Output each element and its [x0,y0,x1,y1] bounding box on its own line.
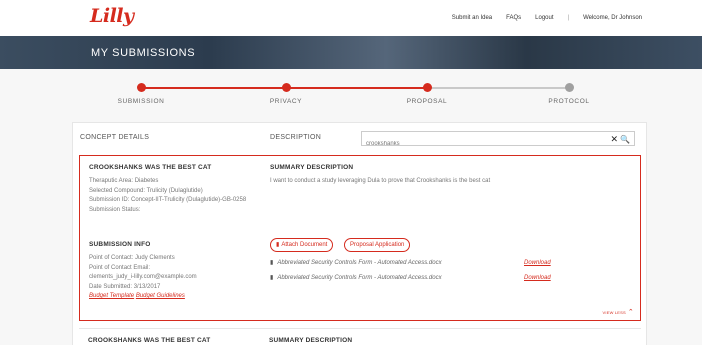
submission-info-header: SUBMISSION INFO [89,241,151,248]
step-privacy[interactable]: PRIVACY [236,80,336,105]
budget-template-link[interactable]: Budget Template [89,293,134,299]
step-label: SUBMISSION [117,98,165,105]
step-complete-dot [422,83,432,92]
selected-compound: Selected Compound: Trulicity (Dulaglutid… [89,187,203,194]
lilly-logo[interactable]: Lilly [90,5,134,27]
search-icon[interactable]: 🔍 [620,134,630,145]
search-input[interactable] [366,137,596,151]
step-label: PROTOCOL [548,98,590,105]
top-nav: Submit an Idea FAQs Logout | Welcome, Dr… [452,15,642,21]
view-less-toggle[interactable]: VIEW LESS ⌃ [603,308,634,316]
submit-idea-link[interactable]: Submit an Idea [452,15,492,21]
progress-stepper: SUBMISSION PRIVACY PROPOSAL PROTOCOL [0,80,702,112]
step-label: PRIVACY [269,98,303,105]
date-submitted: Date Submitted: 3/13/2017 [89,283,161,290]
top-header: Lilly Submit an Idea FAQs Logout | Welco… [0,0,702,36]
document-icon: ▮ [276,242,280,248]
faqs-link[interactable]: FAQs [506,15,521,21]
file-icon: ▮ [270,260,274,266]
contact-email: clements_judy_i-lilly.com@example.com [89,274,197,280]
file-icon: ▮ [270,275,274,281]
submission-status: Submission Status: [89,206,141,213]
submission-meta: Theraputic Area: Diabetes Selected Compo… [89,177,259,215]
step-protocol[interactable]: PROTOCOL [519,80,619,105]
submission-id: Submission ID: Concept-IIT-Trulicity (Du… [89,197,247,203]
download-link[interactable]: Download [524,275,551,281]
attach-document-button[interactable]: ▮ Attach Document [270,238,334,252]
submission-title[interactable]: CROOKSHANKS WAS THE BEST CAT [89,164,211,171]
step-label: PROPOSAL [406,98,448,105]
submission-result-expanded: CROOKSHANKS WAS THE BEST CAT Theraputic … [79,155,641,321]
submissions-card: CONCEPT DETAILS DESCRIPTION ✕ 🔍 CROOKSHA… [72,122,647,345]
hero-banner: MY SUBMISSIONS [0,36,702,69]
document-name: Abbreviated Security Controls Form - Aut… [277,260,442,266]
search-box: ✕ 🔍 [361,131,635,151]
step-submission[interactable]: SUBMISSION [91,80,191,105]
summary-description: I want to conduct a study leveraging Dul… [270,178,491,184]
step-complete-dot [281,83,291,92]
submission-info: Point of Contact: Judy Clements Point of… [89,254,259,302]
document-item: ▮ Abbreviated Security Controls Form - Au… [270,259,442,266]
attach-document-label: Attach Document [281,242,328,248]
document-item: ▮ Abbreviated Security Controls Form - Au… [270,274,442,281]
step-complete-dot [136,83,146,92]
concept-details-header: CONCEPT DETAILS [80,134,150,141]
budget-guidelines-link[interactable]: Budget Guidelines [136,293,185,299]
logout-link[interactable]: Logout [535,15,553,21]
step-pending-dot [564,83,574,92]
document-name: Abbreviated Security Controls Form - Aut… [277,275,442,281]
point-of-contact: Point of Contact: Judy Clements [89,255,175,261]
step-proposal[interactable]: PROPOSAL [377,80,477,105]
summary-description-header: SUMMARY DESCRIPTION [269,337,353,344]
budget-links: Budget Template Budget Guidelines [89,292,259,302]
view-less-label: VIEW LESS [602,310,626,315]
summary-description-header: SUMMARY DESCRIPTION [270,164,354,171]
page-title: MY SUBMISSIONS [91,47,196,59]
nav-separator: | [567,15,570,21]
contact-email-label: Point of Contact Email: [89,264,151,271]
chevron-up-icon: ⌃ [627,309,634,316]
download-link[interactable]: Download [524,260,551,266]
submission-title[interactable]: CROOKSHANKS WAS THE BEST CAT [88,337,210,344]
proposal-application-button[interactable]: Proposal Application [344,238,411,252]
submission-result-collapsed[interactable]: CROOKSHANKS WAS THE BEST CAT SUMMARY DES… [79,328,641,345]
therapeutic-area: Theraputic Area: Diabetes [89,178,159,184]
welcome-text: Welcome, Dr Johnson [583,15,642,21]
close-icon[interactable]: ✕ [610,133,618,145]
description-header: DESCRIPTION [270,134,322,141]
proposal-application-label: Proposal Application [350,242,405,248]
